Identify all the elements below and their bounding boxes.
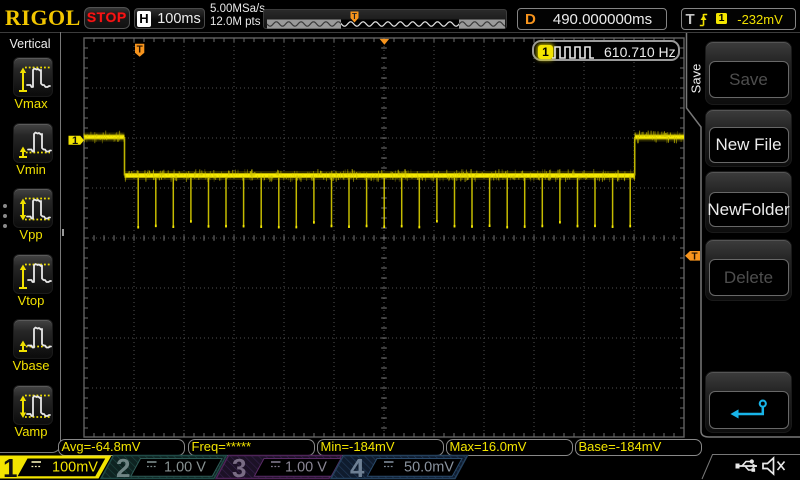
svg-text:1: 1 — [72, 135, 78, 147]
svg-text:T: T — [137, 44, 143, 55]
svg-text:4: 4 — [350, 453, 365, 480]
svg-text:3: 3 — [232, 453, 246, 480]
svg-text:1.00 V: 1.00 V — [285, 460, 327, 476]
svg-text:T: T — [691, 252, 697, 263]
svg-text:50.0mV: 50.0mV — [404, 460, 454, 476]
svg-text:100mV: 100mV — [52, 460, 98, 476]
svg-text:2: 2 — [116, 453, 130, 480]
svg-text:1.00 V: 1.00 V — [164, 460, 206, 476]
svg-text:1: 1 — [3, 453, 17, 480]
